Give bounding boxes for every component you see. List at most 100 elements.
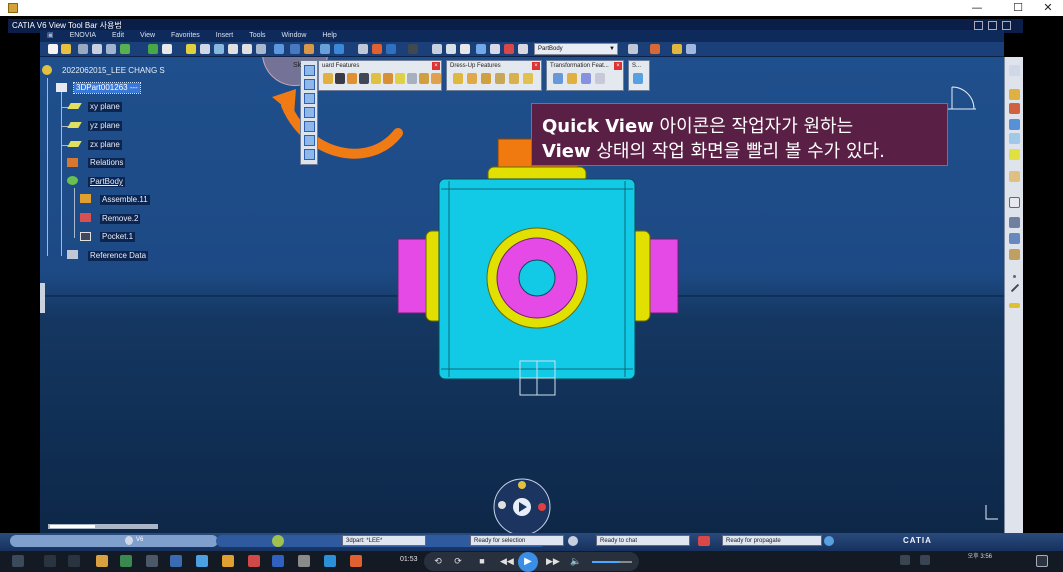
cut-icon[interactable]	[78, 44, 88, 54]
app-icon-red[interactable]	[248, 555, 260, 567]
pocket-tool-icon[interactable]	[335, 73, 345, 84]
menu-window[interactable]: Window	[275, 30, 314, 42]
solid-combine-icon[interactable]	[431, 73, 441, 84]
point-icon[interactable]	[490, 44, 500, 54]
new-icon[interactable]	[48, 44, 58, 54]
camera-icon[interactable]	[408, 44, 418, 54]
analysis-icon[interactable]	[1009, 249, 1020, 260]
chrome-icon[interactable]	[222, 555, 234, 567]
scaling-icon[interactable]	[595, 73, 605, 84]
settings-icon[interactable]	[1009, 65, 1020, 76]
volume-icon[interactable]: 🔈	[570, 555, 582, 567]
point-marker-icon[interactable]	[1013, 275, 1016, 278]
render-style-icon[interactable]	[304, 44, 314, 54]
plane-tool-icon[interactable]	[1009, 133, 1020, 144]
close-icon[interactable]: ×	[614, 62, 622, 70]
menu-tools[interactable]: Tools	[242, 30, 272, 42]
catia-minimize-button[interactable]	[974, 21, 983, 30]
loft-icon[interactable]	[407, 73, 417, 84]
groove-icon[interactable]	[359, 73, 369, 84]
store-icon[interactable]	[146, 555, 158, 567]
thickness-icon[interactable]	[509, 73, 519, 84]
task-view-icon[interactable]	[68, 555, 80, 567]
compass-icon[interactable]	[518, 44, 528, 54]
thick-surface-icon[interactable]	[419, 73, 429, 84]
paint-icon[interactable]	[650, 44, 660, 54]
rotate-icon[interactable]	[214, 44, 224, 54]
shell-icon[interactable]	[495, 73, 505, 84]
isometric-view-icon[interactable]	[304, 65, 315, 76]
draft-icon[interactable]	[481, 73, 491, 84]
rewind-chapter-icon[interactable]: ⟲	[432, 555, 444, 567]
tree-item-zx-plane[interactable]: zx plane	[88, 140, 122, 150]
top-view-icon[interactable]	[304, 135, 315, 146]
sketch-icon[interactable]	[1009, 171, 1020, 182]
file-explorer-icon[interactable]	[96, 555, 108, 567]
next-icon[interactable]: ▶▶	[546, 555, 560, 567]
close-button[interactable]: ✕	[1033, 0, 1063, 16]
chat-icon[interactable]	[568, 536, 578, 546]
fly-mode-icon[interactable]	[186, 44, 196, 54]
volume-slider[interactable]	[592, 561, 632, 563]
stiffener-icon[interactable]	[395, 73, 405, 84]
reference-element-icon[interactable]	[1009, 119, 1020, 130]
zoom-in-icon[interactable]	[228, 44, 238, 54]
surface-tool-icon[interactable]	[1009, 303, 1020, 308]
start-icon[interactable]	[12, 555, 24, 567]
minimize-button[interactable]: —	[962, 0, 992, 16]
tree-item-relations[interactable]: Relations	[88, 158, 126, 168]
stop-icon[interactable]: ■	[476, 555, 488, 567]
repeat-icon[interactable]: ⟳	[452, 555, 464, 567]
menu-view[interactable]: View	[133, 30, 162, 42]
edge-fillet-icon[interactable]	[453, 73, 463, 84]
close-icon[interactable]: ×	[432, 62, 440, 70]
hide-show-icon[interactable]	[320, 44, 330, 54]
measure-icon[interactable]	[358, 44, 368, 54]
tree-item-remove[interactable]: Remove.2	[100, 214, 141, 224]
tray-icon[interactable]	[900, 555, 910, 565]
manipulator-left-icon[interactable]	[498, 501, 506, 509]
tools-icon[interactable]	[686, 44, 696, 54]
word-icon[interactable]	[170, 555, 182, 567]
paste-icon[interactable]	[106, 44, 116, 54]
hole-icon[interactable]	[371, 73, 381, 84]
network-icon[interactable]	[824, 536, 834, 546]
app-icon-catia[interactable]	[324, 555, 336, 567]
normal-view-icon[interactable]	[256, 44, 266, 54]
app-icon-blue[interactable]	[272, 555, 284, 567]
edge-icon[interactable]	[196, 555, 208, 567]
line-tool-icon[interactable]	[1010, 283, 1020, 293]
app-icon-orange[interactable]	[350, 555, 362, 567]
exit-workbench-icon[interactable]	[1009, 103, 1020, 114]
undo-icon[interactable]	[120, 44, 130, 54]
tree-item-reference-data[interactable]: Reference Data	[88, 251, 149, 261]
tree-item-pocket[interactable]: Pocket.1	[100, 232, 136, 242]
menu-help[interactable]: Help	[315, 30, 343, 42]
point-tool-icon[interactable]	[1009, 149, 1020, 160]
front-view-icon[interactable]	[304, 79, 315, 90]
globe-icon[interactable]	[272, 535, 284, 547]
line-icon[interactable]	[504, 44, 514, 54]
constraint-icon[interactable]	[1009, 217, 1020, 228]
manipulator-right-icon[interactable]	[538, 503, 546, 511]
tree-item-assemble[interactable]: Assemble.11	[100, 195, 150, 205]
translation-icon[interactable]	[553, 73, 563, 84]
plane-icon[interactable]	[476, 44, 486, 54]
shaft-icon[interactable]	[347, 73, 357, 84]
tree-collapse-handle[interactable]	[40, 283, 45, 313]
notification-icon[interactable]	[1036, 555, 1048, 567]
apply-material-icon[interactable]	[372, 44, 382, 54]
app-icon-gray[interactable]	[298, 555, 310, 567]
anchor-icon[interactable]	[1009, 233, 1020, 244]
tree-root-item[interactable]: 3DPart001263 ---	[73, 82, 141, 94]
horizontal-scrollbar[interactable]	[48, 524, 158, 529]
whats-this-icon[interactable]	[162, 44, 172, 54]
copy-icon[interactable]	[92, 44, 102, 54]
pad-icon[interactable]	[323, 73, 333, 84]
partbody-select[interactable]: PartBody ▼	[534, 43, 618, 55]
tree-item-partbody[interactable]: PartBody	[88, 177, 125, 187]
tree-owner-label[interactable]: 2022062015_LEE CHANG S	[62, 66, 165, 76]
tree-item-xy-plane[interactable]: xy plane	[88, 102, 122, 112]
bottom-view-icon[interactable]	[304, 149, 315, 160]
update-icon[interactable]	[148, 44, 158, 54]
